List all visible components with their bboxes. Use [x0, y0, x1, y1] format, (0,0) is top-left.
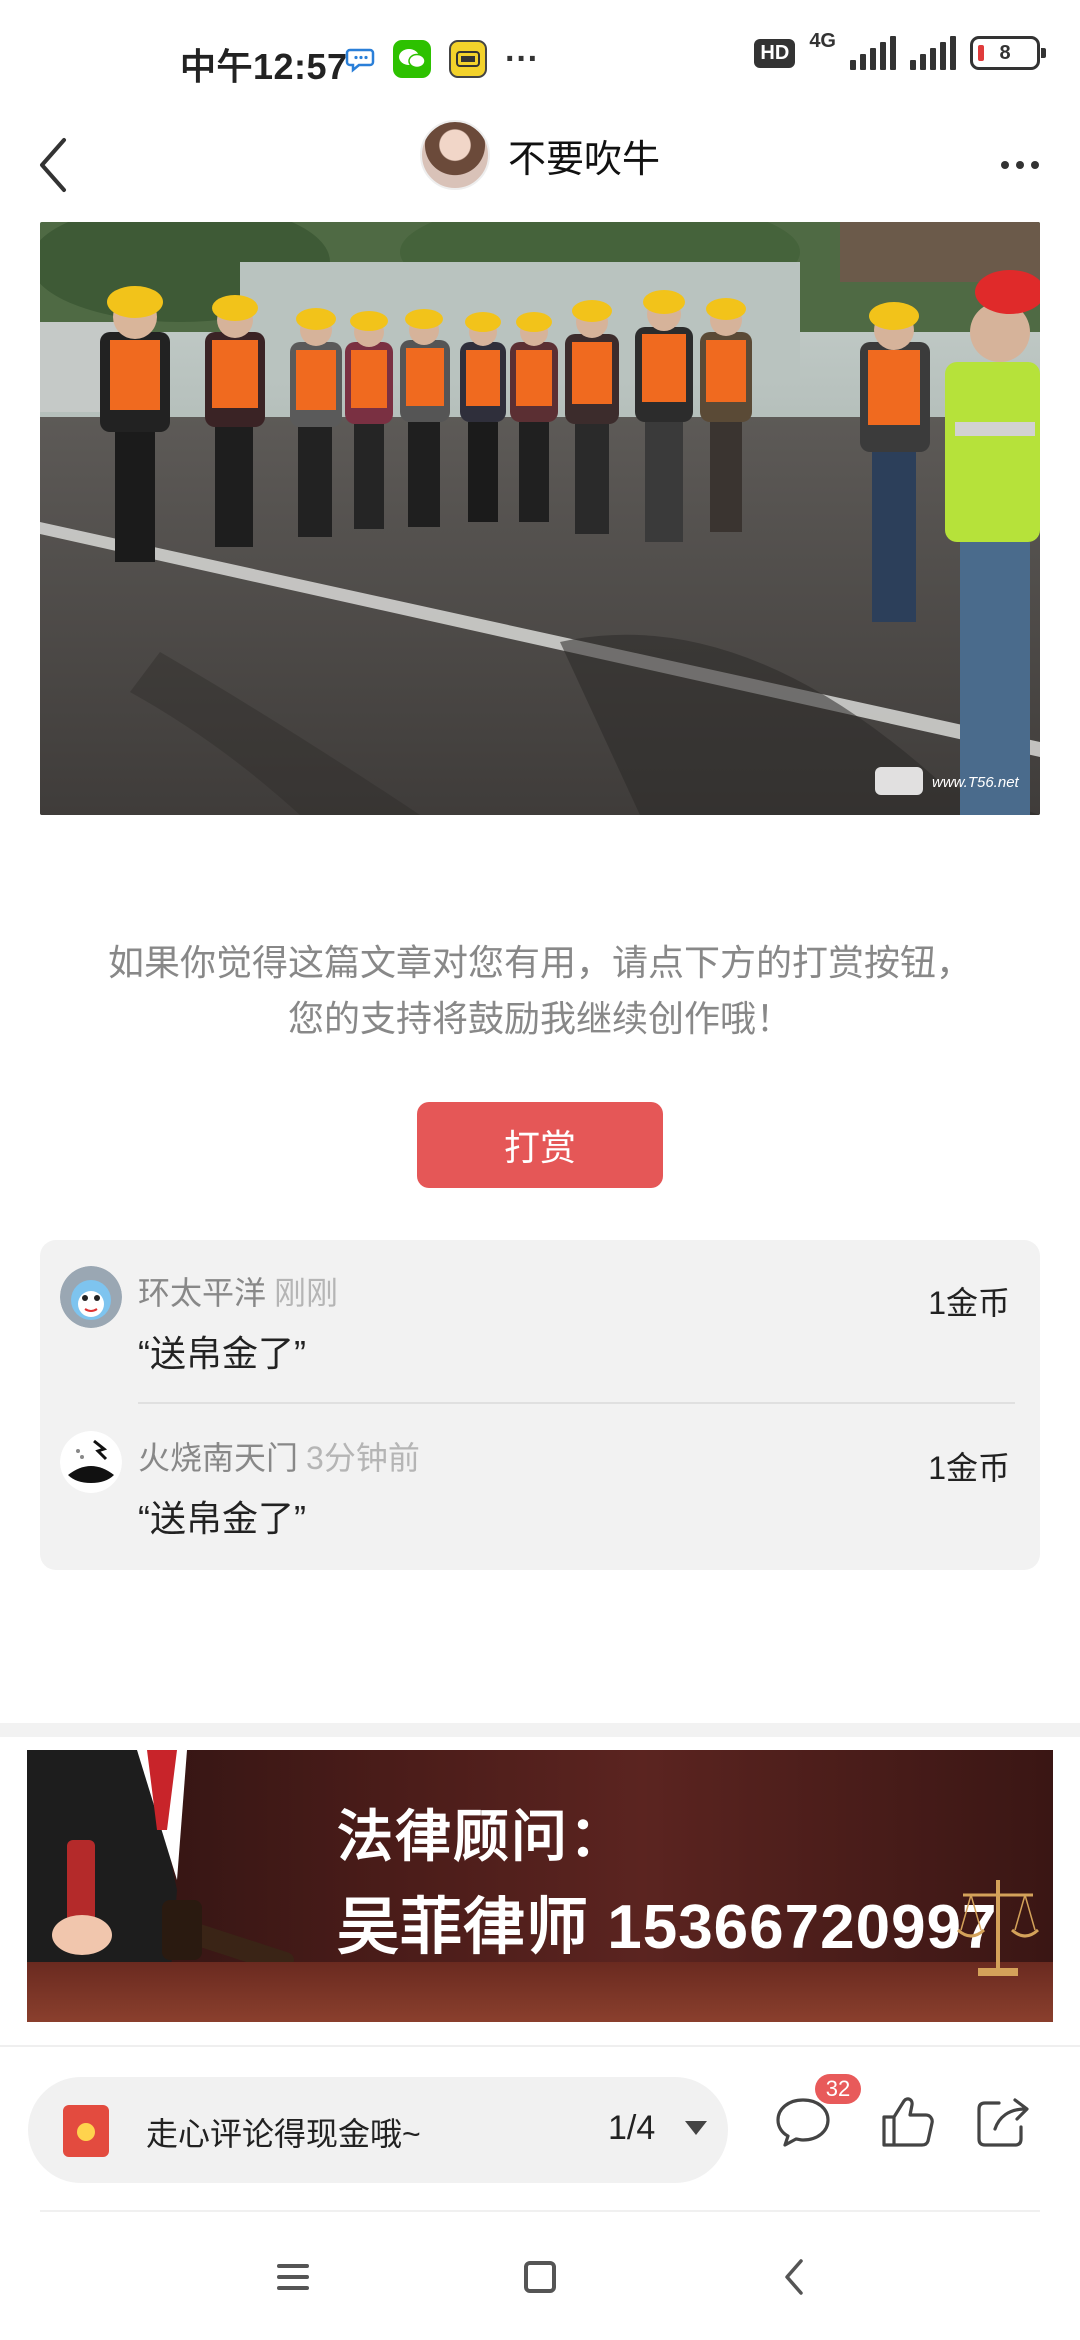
tip-amount: 1金币: [928, 1450, 1010, 1486]
page-indicator[interactable]: 1/4: [608, 2109, 655, 2148]
bottom-action-bar: 走心评论得现金哦~ 1/4: [0, 2045, 1080, 2210]
chat-bubble-icon: [345, 44, 375, 74]
tip-user-name[interactable]: 环太平洋: [138, 1275, 266, 1311]
more-dot-icon: [1001, 161, 1009, 169]
ad-desk: [27, 1962, 1053, 2022]
system-nav-bar: [0, 2212, 1080, 2340]
more-options-button[interactable]: [990, 135, 1050, 195]
reward-button[interactable]: 打赏: [417, 1102, 663, 1188]
thumbs-up-icon: [882, 2097, 934, 2147]
red-packet-icon: [63, 2105, 109, 2157]
system-status-icons: HD 4G 8: [754, 30, 1046, 70]
hd-icon: HD: [754, 38, 796, 68]
system-back-button[interactable]: [764, 2252, 824, 2302]
signal-strength-icon-2: [910, 36, 956, 70]
share-icon: [977, 2098, 1029, 2147]
workers-photo-image: www.T56.net: [40, 222, 1040, 815]
divider: [138, 1402, 1015, 1404]
article-header: 不要吹牛: [0, 110, 1080, 240]
scales-icon: [956, 1880, 1040, 1976]
author-name[interactable]: 不要吹牛: [508, 128, 660, 183]
reward-prompt: 如果你觉得这篇文章对您有用，请点下方的打赏按钮，您的支持将鼓励我继续创作哦！: [107, 942, 972, 1039]
photo-watermark: www.T56.net: [932, 774, 1020, 791]
home-square-icon: [524, 2261, 556, 2293]
comment-input[interactable]: 走心评论得现金哦~ 1/4: [28, 2077, 728, 2183]
tips-list: 环太平洋 刚刚 1金币 “送帛金了” 火烧南天门 3分钟前 1金币 “送帛金了”: [40, 1240, 1040, 1570]
comment-count-badge: 32: [815, 2074, 861, 2104]
tip-time: 刚刚: [274, 1275, 339, 1311]
comment-placeholder: 走心评论得现金哦~: [146, 2116, 421, 2152]
ad-lawyer-contact: 吴菲律师 15366720997: [337, 1893, 998, 1962]
avatar[interactable]: [60, 1266, 122, 1328]
section-separator: [0, 1723, 1080, 1737]
author-info[interactable]: 不要吹牛: [0, 120, 1080, 190]
like-button[interactable]: [873, 2087, 943, 2157]
ad-title: 法律顾问：: [337, 1805, 627, 1868]
back-chevron-icon: [785, 2259, 803, 2295]
article-photo[interactable]: www.T56.net: [40, 222, 1040, 815]
menu-line-icon: [277, 2275, 309, 2279]
battery-level: 8: [999, 41, 1011, 64]
notification-icons: ···: [345, 40, 539, 78]
home-button[interactable]: [510, 2252, 570, 2302]
signal-strength-icon: [850, 36, 896, 70]
more-notifications-icon: ···: [505, 40, 539, 78]
recent-apps-button[interactable]: [263, 2252, 323, 2302]
more-dot-icon: [1031, 161, 1039, 169]
avatar[interactable]: [60, 1431, 122, 1493]
app-notification-icon: [449, 40, 487, 78]
menu-line-icon: [277, 2286, 309, 2290]
tip-user-row: 环太平洋 刚刚: [138, 1268, 338, 1314]
tip-user-name[interactable]: 火烧南天门: [138, 1440, 298, 1476]
comment-bubble-icon: [776, 2098, 830, 2147]
list-item: 环太平洋 刚刚 1金币 “送帛金了”: [40, 1240, 1040, 1404]
tip-user-row: 火烧南天门 3分钟前: [138, 1433, 420, 1479]
tip-amount: 1金币: [928, 1285, 1010, 1321]
share-button[interactable]: [968, 2087, 1038, 2157]
menu-line-icon: [277, 2264, 309, 2268]
tip-time: 3分钟前: [306, 1440, 420, 1476]
status-bar: 中午12:57 ··· HD 4G 8: [0, 0, 1080, 110]
more-dot-icon: [1016, 161, 1024, 169]
wechat-icon: [393, 40, 431, 78]
triangle-down-icon[interactable]: [685, 2121, 707, 2135]
tip-message: “送帛金了”: [138, 1498, 306, 1539]
list-item: 火烧南天门 3分钟前 1金币 “送帛金了”: [40, 1405, 1040, 1565]
tip-message: “送帛金了”: [138, 1333, 306, 1374]
ad-banner[interactable]: 法律顾问： 吴菲律师 15366720997: [27, 1750, 1053, 2022]
network-type: 4G: [809, 29, 836, 52]
status-time: 中午12:57: [180, 46, 348, 87]
author-avatar[interactable]: [419, 120, 490, 190]
battery-icon: 8: [970, 36, 1046, 70]
